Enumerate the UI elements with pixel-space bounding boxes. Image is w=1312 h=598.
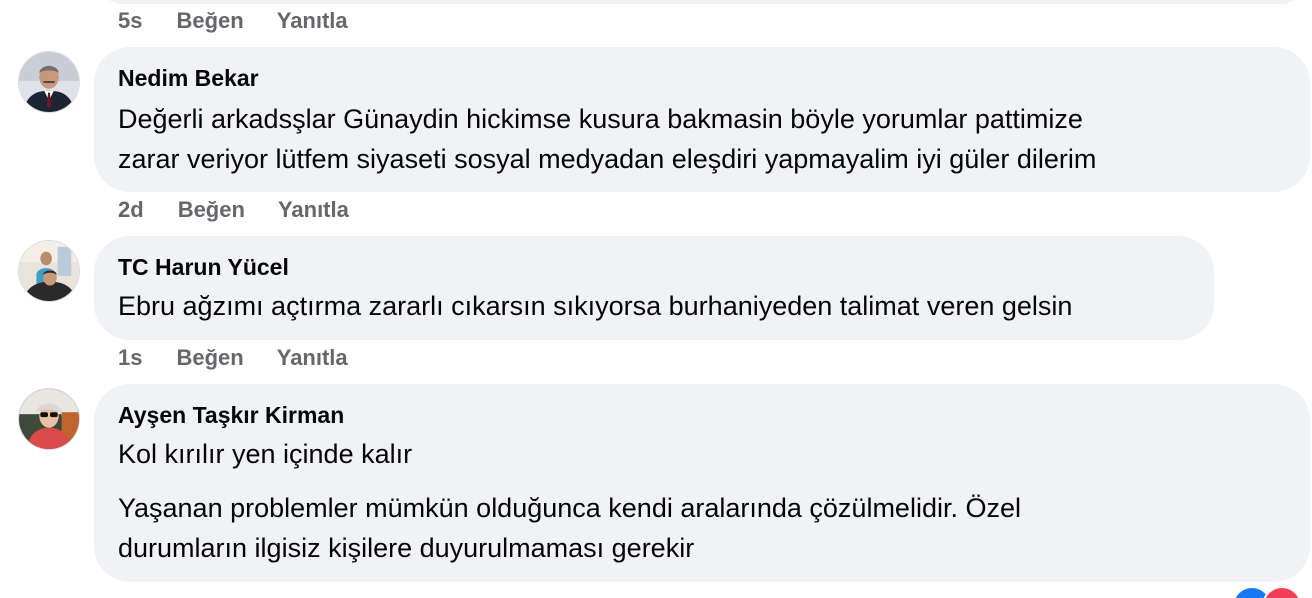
reply-button[interactable]: Yanıtla [278,197,349,223]
reaction-summary[interactable] [1232,586,1312,598]
comment-text: durumların ilgisiz kişilere duyurulmamas… [118,533,695,563]
comment-timestamp[interactable]: 1s [118,345,142,371]
avatar-photo [19,52,79,112]
avatar-photo [19,389,79,449]
comment-bubble: Nedim Bekar Değerli arkadsşlar Günaydin … [94,47,1310,192]
like-button[interactable]: Beğen [176,345,243,371]
comment-thread: 5s Beğen Yanıtla Nedim Bekar Değerli ark… [0,0,1312,598]
avatar[interactable] [18,240,80,302]
comment-text: Yaşanan problemler mümkün olduğunca kend… [118,493,1021,523]
reply-button[interactable]: Yanıtla [277,8,348,34]
comment-timestamp[interactable]: 5s [118,8,142,34]
comment-actions: 5s Beğen Yanıtla [118,8,348,34]
comment-text: Kol kırılır yen içinde kalır [118,439,413,469]
comment-author[interactable]: Ayşen Taşkır Kirman [118,400,1286,430]
comment-actions: 2d Beğen Yanıtla [118,197,349,223]
like-button[interactable]: Beğen [178,197,245,223]
comment-bubble: Ayşen Taşkır Kirman Kol kırılır yen için… [94,384,1310,582]
love-reaction-icon [1262,586,1302,598]
comment-author[interactable]: Nedim Bekar [118,63,1286,93]
comment-bubble: TC Harun Yücel Ebru ağzımı açtırma zarar… [94,236,1214,340]
like-button[interactable]: Beğen [176,8,243,34]
comment-actions: 1s Beğen Yanıtla [118,345,348,371]
reply-button[interactable]: Yanıtla [277,345,348,371]
comment-timestamp[interactable]: 2d [118,197,144,223]
avatar[interactable] [18,51,80,113]
comment-text: zarar veriyor lütfem siyaseti sosyal med… [118,144,1097,174]
comment-text: Ebru ağzımı açtırma zararlı cıkarsın sık… [118,291,1073,321]
comment-author[interactable]: TC Harun Yücel [118,252,1190,282]
avatar[interactable] [18,388,80,450]
previous-comment-bubble [94,0,1310,4]
avatar-photo [19,241,79,301]
comment-text: Değerli arkadsşlar Günaydin hickimse kus… [118,104,1083,134]
